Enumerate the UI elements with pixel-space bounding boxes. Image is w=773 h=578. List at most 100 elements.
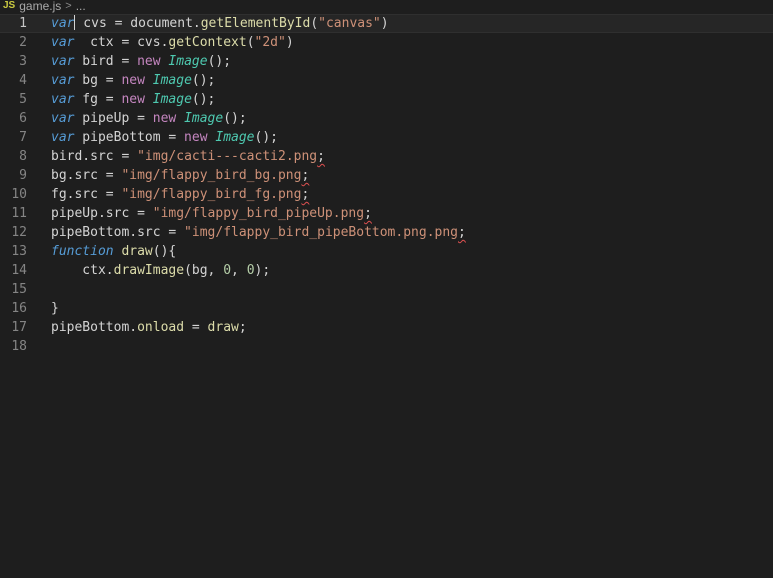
code-token: getContext — [168, 35, 247, 50]
error-squiggle-token: ; — [317, 149, 325, 164]
code-token: fg.src — [51, 187, 106, 202]
code-token: var — [51, 54, 75, 69]
code-token: var — [51, 35, 75, 50]
line-number: 11 — [11, 206, 27, 221]
line-number: 8 — [19, 149, 27, 164]
code-token: var — [51, 130, 75, 145]
code-token: "img/flappy_bird_pipeBottom.png.png — [176, 225, 458, 240]
line-number: 17 — [11, 320, 27, 335]
line-number: 15 — [11, 282, 27, 297]
code-line[interactable]: 2 var ctx = cvs.getContext("2d") — [0, 33, 773, 52]
line-number: 6 — [19, 111, 27, 126]
code-token: pipeUp.src — [51, 206, 138, 221]
code-text: var bg = new Image(); — [51, 71, 215, 90]
code-token: ctx — [74, 35, 122, 50]
code-line[interactable]: 1 var cvs = document.getElementById("canv… — [0, 14, 773, 33]
code-token: Image — [168, 54, 208, 69]
code-token: cvs — [75, 16, 115, 31]
code-line[interactable]: 17 pipeBottom.onload = draw; — [0, 318, 773, 337]
code-token: getElementById — [200, 16, 311, 31]
code-line[interactable]: 11 pipeUp.src = "img/flappy_bird_pipeUp.p… — [0, 204, 773, 223]
code-token: } — [51, 301, 59, 316]
breadcrumb-file[interactable]: game.js — [19, 0, 61, 12]
error-squiggle-token: ; — [301, 187, 310, 202]
code-token: ( — [184, 263, 192, 278]
code-text: bird.src = "img/cacti---cacti2.png; — [51, 147, 325, 166]
code-token: new — [113, 92, 153, 107]
code-token: Image — [184, 111, 224, 126]
code-token: 0 — [223, 263, 232, 278]
breadcrumb-symbols[interactable]: ... — [76, 0, 86, 12]
code-token: fg — [74, 92, 106, 107]
code-token: cvs. — [129, 35, 169, 50]
code-token: bird — [74, 54, 122, 69]
code-line[interactable]: 6 var pipeUp = new Image(); — [0, 109, 773, 128]
code-text: bg.src = "img/flappy_bird_bg.png; — [51, 166, 309, 185]
code-text: var pipeUp = new Image(); — [51, 109, 247, 128]
code-line[interactable]: 4 var bg = new Image(); — [0, 71, 773, 90]
code-line[interactable]: 5 var fg = new Image(); — [0, 90, 773, 109]
code-token: Image — [152, 92, 192, 107]
code-line[interactable]: 15 — [0, 280, 773, 299]
code-token: bg.src — [51, 168, 106, 183]
code-text: fg.src = "img/flappy_bird_fg.png; — [51, 185, 309, 204]
code-line[interactable]: 13 function draw(){ — [0, 242, 773, 261]
code-token: bird.src — [51, 149, 122, 164]
code-editor[interactable]: 1 var cvs = document.getElementById("canv… — [0, 14, 773, 356]
code-token: ; — [238, 320, 247, 335]
code-token: var — [51, 16, 75, 31]
code-token: drawImage — [113, 263, 185, 278]
code-text: pipeBottom.onload = draw; — [51, 318, 247, 337]
code-line[interactable]: 16} — [0, 299, 773, 318]
line-number: 1 — [19, 16, 27, 31]
code-token: "img/cacti---cacti2.png — [129, 149, 318, 164]
line-number: 10 — [11, 187, 27, 202]
code-text: var ctx = cvs.getContext("2d") — [51, 33, 294, 52]
code-token: = — [105, 187, 114, 202]
code-token: new — [176, 130, 216, 145]
code-token: (); — [207, 54, 232, 69]
line-number: 18 — [11, 339, 27, 354]
code-token: ); — [254, 263, 271, 278]
error-squiggle-token: ; — [364, 206, 372, 221]
javascript-file-icon: JS — [3, 0, 16, 11]
code-text: pipeUp.src = "img/flappy_bird_pipeUp.png… — [51, 204, 372, 223]
code-token: = — [105, 92, 114, 107]
code-text: ctx.drawImage(bg, 0, 0); — [51, 261, 270, 280]
line-number: 5 — [19, 92, 27, 107]
code-token: (); — [223, 111, 247, 126]
code-token: "2d" — [254, 35, 286, 50]
code-token: pipeBottom. — [51, 320, 138, 335]
code-token: bg — [74, 73, 106, 88]
code-line[interactable]: 3 var bird = new Image(); — [0, 52, 773, 71]
chevron-right-icon: > — [65, 0, 72, 12]
code-line[interactable]: 10 fg.src = "img/flappy_bird_fg.png; — [0, 185, 773, 204]
line-number: 12 — [11, 225, 27, 240]
line-number: 3 — [19, 54, 27, 69]
code-line[interactable]: 7 var pipeBottom = new Image(); — [0, 128, 773, 147]
code-line[interactable]: 9 bg.src = "img/flappy_bird_bg.png; — [0, 166, 773, 185]
code-line[interactable]: 12 pipeBottom.src = "img/flappy_bird_pipe… — [0, 223, 773, 242]
code-token: "img/flappy_bird_fg.png — [113, 187, 302, 202]
code-text: } — [51, 299, 59, 318]
code-text: var bird = new Image(); — [51, 52, 231, 71]
code-token: = — [191, 320, 200, 335]
code-token: "canvas" — [318, 16, 381, 31]
breadcrumb: JS game.js > ... — [0, 0, 773, 12]
code-token: function — [51, 244, 114, 259]
code-token: var — [51, 111, 75, 126]
code-token: pipeUp — [74, 111, 138, 126]
code-token: ( — [246, 35, 255, 50]
code-token: ) — [285, 35, 294, 50]
code-line[interactable]: 18 — [0, 337, 773, 356]
code-token: Image — [215, 130, 255, 145]
line-number: 2 — [19, 35, 27, 50]
code-line[interactable]: 14 ctx.drawImage(bg, 0, 0); — [0, 261, 773, 280]
code-token: pipeBottom.src — [51, 225, 169, 240]
code-line[interactable]: 8 bird.src = "img/cacti---cacti2.png; — [0, 147, 773, 166]
code-token: "img/flappy_bird_pipeUp.png — [144, 206, 365, 221]
code-token: new — [113, 73, 153, 88]
line-number: 4 — [19, 73, 27, 88]
code-token: = — [137, 206, 145, 221]
